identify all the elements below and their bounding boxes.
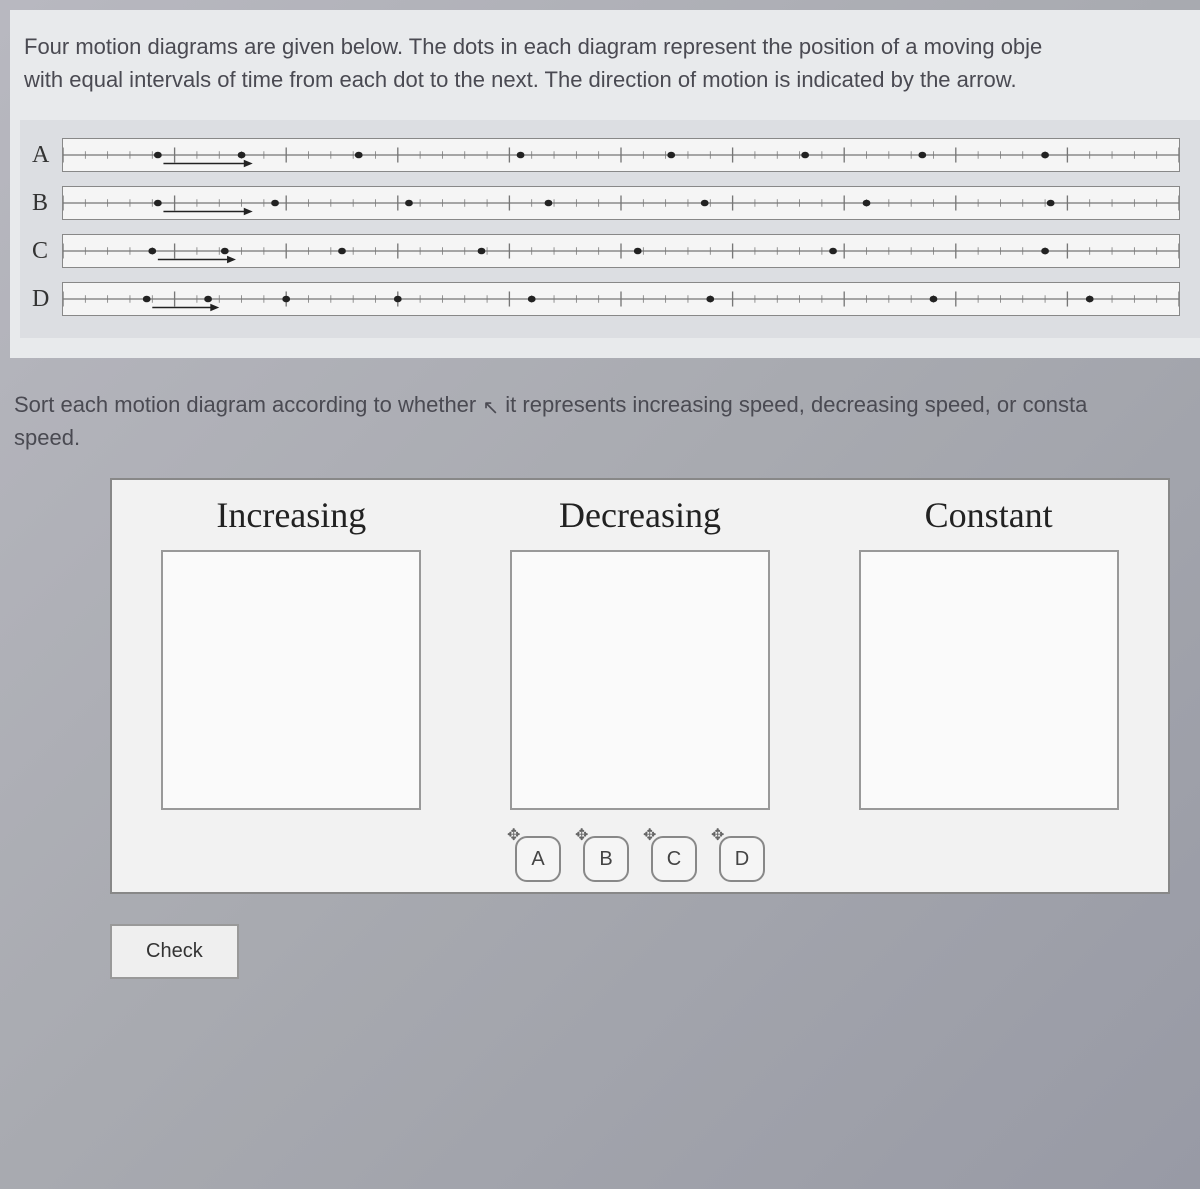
cursor-icon: ↖ bbox=[482, 393, 499, 423]
draggable-d[interactable]: ✥ D bbox=[719, 836, 765, 882]
category-title-constant: Constant bbox=[829, 494, 1148, 536]
draggable-label: A bbox=[531, 848, 544, 871]
move-icon: ✥ bbox=[575, 828, 593, 846]
drop-target-constant[interactable] bbox=[859, 550, 1119, 810]
move-icon: ✥ bbox=[711, 828, 729, 846]
sort-instruction-c: speed. bbox=[14, 425, 80, 450]
diagram-row-d: D bbox=[30, 282, 1190, 316]
sort-instruction-a: Sort each motion diagram according to wh… bbox=[14, 392, 476, 417]
motion-diagram bbox=[62, 138, 1180, 172]
draggable-c[interactable]: ✥ C bbox=[651, 836, 697, 882]
diagram-row-c: C bbox=[30, 234, 1190, 268]
draggable-a[interactable]: ✥ A bbox=[515, 836, 561, 882]
diagram-label: B bbox=[30, 190, 62, 217]
category-title-decreasing: Decreasing bbox=[481, 494, 800, 536]
check-button[interactable]: Check bbox=[110, 924, 239, 979]
diagram-row-b: B bbox=[30, 186, 1190, 220]
move-icon: ✥ bbox=[643, 828, 661, 846]
check-button-label: Check bbox=[146, 940, 203, 962]
sort-panel: Sort each motion diagram according to wh… bbox=[10, 388, 1200, 979]
sort-area: Increasing Decreasing Constant ✥ A ✥ B bbox=[110, 478, 1170, 894]
question-line-1: Four motion diagrams are given below. Th… bbox=[24, 34, 1042, 59]
motion-diagram bbox=[62, 186, 1180, 220]
draggables-row: ✥ A ✥ B ✥ C ✥ D bbox=[132, 836, 1148, 882]
sort-instruction: Sort each motion diagram according to wh… bbox=[10, 388, 1200, 468]
question-line-2: with equal intervals of time from each d… bbox=[24, 67, 1017, 92]
category-title-increasing: Increasing bbox=[132, 494, 451, 536]
diagram-row-a: A bbox=[30, 138, 1190, 172]
diagram-label: A bbox=[30, 142, 62, 169]
draggable-b[interactable]: ✥ B bbox=[583, 836, 629, 882]
move-icon: ✥ bbox=[507, 828, 525, 846]
question-panel: Four motion diagrams are given below. Th… bbox=[10, 10, 1200, 358]
diagram-label: C bbox=[30, 238, 62, 265]
question-intro: Four motion diagrams are given below. Th… bbox=[20, 30, 1200, 114]
motion-diagrams-container: ABCD bbox=[20, 120, 1200, 338]
category-constant: Constant bbox=[829, 494, 1148, 810]
category-increasing: Increasing bbox=[132, 494, 451, 810]
categories-row: Increasing Decreasing Constant bbox=[132, 494, 1148, 810]
motion-diagram bbox=[62, 234, 1180, 268]
draggable-label: C bbox=[667, 848, 681, 871]
drop-target-increasing[interactable] bbox=[161, 550, 421, 810]
motion-diagram bbox=[62, 282, 1180, 316]
category-decreasing: Decreasing bbox=[481, 494, 800, 810]
drop-target-decreasing[interactable] bbox=[510, 550, 770, 810]
sort-instruction-b: it represents increasing speed, decreasi… bbox=[505, 392, 1087, 417]
draggable-label: D bbox=[735, 848, 749, 871]
diagram-label: D bbox=[30, 286, 62, 313]
draggable-label: B bbox=[599, 848, 612, 871]
